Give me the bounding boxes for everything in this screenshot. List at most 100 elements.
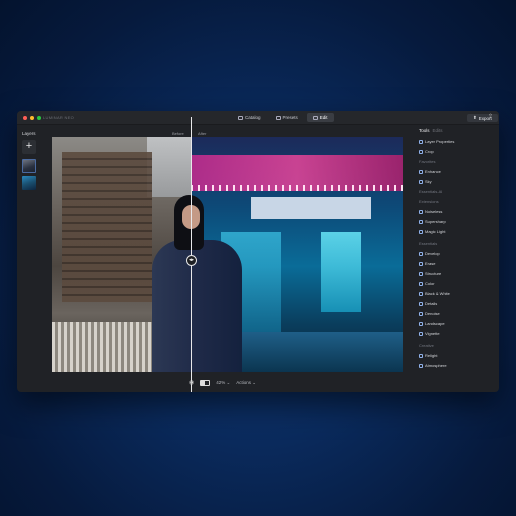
section-favorites: Favorites (419, 159, 436, 164)
tool-label: Crop (425, 149, 434, 154)
noiseless-icon (419, 209, 423, 214)
subject-person (152, 195, 242, 372)
crop-icon (419, 149, 423, 154)
zoom-window-button[interactable] (37, 116, 41, 120)
erase-icon (419, 261, 423, 266)
layer-thumbnail-1[interactable] (22, 159, 36, 173)
eye-icon[interactable]: ◉ (189, 379, 194, 386)
section-essentials-ai: Essentials-AI (419, 189, 443, 194)
section-extensions: Extensions (419, 199, 439, 204)
tool-relight[interactable]: Relight (419, 353, 437, 358)
tool-label: Enhance (425, 169, 441, 174)
layer-thumbnail-2[interactable] (22, 176, 36, 190)
landscape-icon (419, 321, 423, 326)
app-window: LUMINAR NEO Catalog Presets Edit ⬆ Export… (17, 111, 499, 392)
tool-label: Vignette (425, 331, 440, 336)
vending-machine (321, 232, 361, 312)
tool-noiseless[interactable]: Noiseless (419, 209, 442, 214)
tool-label: Sky (425, 179, 432, 184)
tool-label: Supersharp (425, 219, 446, 224)
tool-crop[interactable]: Crop (419, 149, 434, 154)
mode-tabs: Catalog Presets Edit (232, 113, 334, 122)
add-layer-button[interactable]: + (22, 140, 36, 154)
after-label: After (198, 131, 207, 136)
presets-icon (275, 115, 281, 120)
export-icon: ⬆ (473, 115, 477, 120)
compare-split-handle[interactable]: ◂▸ (186, 255, 197, 266)
bottom-toolbar: ◉ 42% ⌄ Actions ⌄ (189, 379, 256, 386)
tool-label: Landscape (425, 321, 445, 326)
layers-title: Layers (22, 131, 36, 136)
tool-label: Structure (425, 271, 442, 276)
person-jacket (152, 240, 242, 372)
section-essentials: Essentials (419, 241, 438, 246)
tool-label: Black & White (425, 291, 450, 296)
relight-icon (419, 353, 423, 358)
window-controls (23, 116, 41, 120)
tab-catalog-label: Catalog (245, 115, 261, 120)
tools-panel-header: Tools Edits (419, 128, 443, 133)
before-sky (147, 137, 191, 197)
before-building (62, 152, 152, 302)
tool-sky[interactable]: Sky (419, 179, 432, 184)
develop-icon (419, 251, 423, 256)
details-icon (419, 301, 423, 306)
tool-label: Color (425, 281, 435, 286)
catalog-icon (238, 115, 243, 120)
tab-presets[interactable]: Presets (270, 113, 304, 122)
tool-develop[interactable]: Develop (419, 251, 440, 256)
tool-label: Develop (425, 251, 440, 256)
tool-color[interactable]: Color (419, 281, 435, 286)
atmosphere-icon (419, 363, 423, 368)
tool-label: Layer Properties (425, 139, 455, 144)
vignette-icon (419, 331, 423, 336)
tool-atmosphere[interactable]: Atmosphere (419, 363, 447, 368)
title-bar: LUMINAR NEO Catalog Presets Edit ⬆ Export… (17, 111, 499, 125)
tool-landscape[interactable]: Landscape (419, 321, 445, 326)
tool-label: Details (425, 301, 438, 306)
tool-label: Atmosphere (425, 363, 447, 368)
tool-enhance[interactable]: Enhance (419, 169, 441, 174)
edits-subtitle[interactable]: Edits (433, 128, 443, 133)
tool-label: Noiseless (425, 209, 443, 214)
magic-light-icon (419, 229, 423, 234)
marquee-lights (191, 185, 403, 191)
tab-presets-label: Presets (282, 115, 298, 120)
structure-icon (419, 271, 423, 276)
tool-black-white[interactable]: Black & White (419, 291, 450, 296)
before-label: Before (172, 131, 184, 136)
tool-denoise[interactable]: Denoise (419, 311, 440, 316)
tab-catalog[interactable]: Catalog (232, 113, 267, 122)
photo-canvas[interactable] (52, 137, 403, 372)
app-title: LUMINAR NEO (43, 115, 75, 120)
share-icon[interactable]: ⇪ (488, 114, 494, 121)
tool-label: Erase (425, 261, 436, 266)
tab-edit-label: Edit (319, 115, 328, 120)
tools-panel: Tools Edits Layer Properties Crop Favorit… (419, 128, 499, 392)
tool-layer-properties[interactable]: Layer Properties (419, 139, 454, 144)
close-window-button[interactable] (23, 116, 27, 120)
tool-erase[interactable]: Erase (419, 261, 435, 266)
tool-label: Denoise (425, 311, 440, 316)
compare-toggle-icon[interactable] (200, 379, 211, 386)
tool-magic-light[interactable]: Magic Light (419, 229, 445, 234)
sky-icon (419, 179, 423, 184)
section-creative: Creative (419, 343, 434, 348)
tool-label: Relight (425, 353, 438, 358)
tool-structure[interactable]: Structure (419, 271, 441, 276)
zoom-dropdown[interactable]: 42% ⌄ (216, 380, 230, 386)
tool-vignette[interactable]: Vignette (419, 331, 440, 336)
layer-properties-icon (419, 139, 423, 144)
tool-details[interactable]: Details (419, 301, 437, 306)
minimize-window-button[interactable] (30, 116, 34, 120)
color-icon (419, 281, 423, 286)
actions-dropdown[interactable]: Actions ⌄ (236, 380, 256, 386)
denoise-icon (419, 311, 423, 316)
tool-supersharp[interactable]: Supersharp (419, 219, 446, 224)
edit-icon (312, 115, 318, 120)
tab-edit[interactable]: Edit (306, 113, 334, 122)
shop-sign (251, 197, 371, 219)
tools-title: Tools (419, 128, 430, 133)
enhance-icon (419, 169, 423, 174)
tool-label: Magic Light (425, 229, 446, 234)
